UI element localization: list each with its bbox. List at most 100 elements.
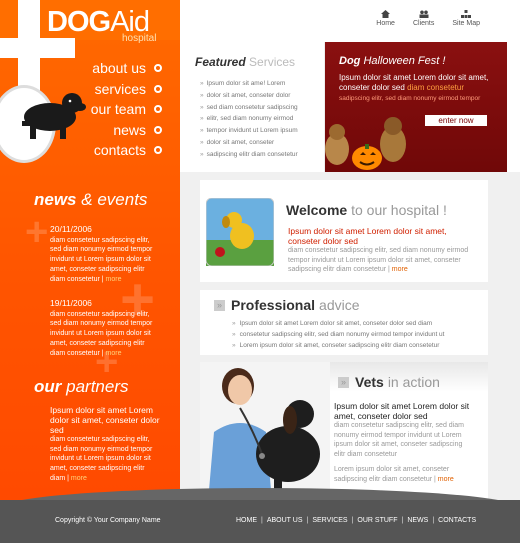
nav-label: services xyxy=(94,80,146,97)
black-dog-illustration xyxy=(22,93,86,139)
featured-list-item[interactable]: dolor sit amet, conseter xyxy=(200,137,325,149)
halloween-banner: Dog Halloween Fest ! Ipsum dolor sit ame… xyxy=(325,42,507,172)
partners-heading-bold: our xyxy=(34,377,62,396)
footer-link-home[interactable]: HOME xyxy=(236,517,257,524)
featured-title-light: Services xyxy=(249,55,296,69)
news-item: 19/11/2006 diam consetetur sadipscing el… xyxy=(50,298,160,358)
halloween-title-light: Halloween Fest ! xyxy=(363,55,446,67)
vets-body: diam consetetur sadipscing elitr, sed di… xyxy=(334,422,464,458)
featured-list-item[interactable]: elitr, sed diam nonumy eirmod xyxy=(200,113,325,125)
featured-list-item[interactable]: dolor sit amet, conseter dolor xyxy=(200,90,325,102)
arrow-icon: » xyxy=(214,299,225,311)
professional-title: » Professional advice xyxy=(214,297,360,313)
featured-list-item[interactable]: Ipsum dolor sit ame! Lorem xyxy=(200,78,325,90)
news-more-link[interactable]: more xyxy=(106,350,122,357)
partners-lead: Ipsum dolor sit amet Lorem dolor sit ame… xyxy=(50,405,160,435)
vets-title-bold: Vets xyxy=(355,374,384,390)
top-link-sitemap[interactable]: Site Map xyxy=(452,10,480,27)
footer-link-about[interactable]: ABOUT US xyxy=(267,517,303,524)
home-icon xyxy=(381,10,391,18)
featured-list-item[interactable]: tempor invidunt ut Lorem ipsum xyxy=(200,125,325,137)
partners-block: Ipsum dolor sit amet Lorem dolor sit ame… xyxy=(50,405,160,482)
nav-bullet-icon xyxy=(154,146,162,155)
nav-about-us[interactable]: about us xyxy=(91,58,162,79)
footer-link-stuff[interactable]: OUR STUFF xyxy=(357,517,397,524)
main-nav: about us services our team news contacts xyxy=(91,58,162,161)
footer-nav: HOME | ABOUT US | SERVICES | OUR STUFF | NEW… xyxy=(236,517,476,524)
footer-separator: | xyxy=(432,517,435,524)
professional-list-item[interactable]: Lorem ipsum dolor sit amet, conseter sad… xyxy=(232,340,444,351)
vets-title-light: in action xyxy=(387,374,440,390)
partners-heading-light: partners xyxy=(66,377,129,396)
top-navigation: Home Clients Site Map xyxy=(180,0,520,42)
welcome-lead: Ipsum dolor sit amet Lorem dolor sit ame… xyxy=(288,226,447,246)
professional-list-item[interactable]: Ipsum dolor sit amet Lorem dolor sit ame… xyxy=(232,318,444,329)
partners-more-link[interactable]: more xyxy=(71,475,87,482)
vets-lead: Ipsum dolor sit amet Lorem dolor sit ame… xyxy=(334,401,470,421)
footer-link-contacts[interactable]: CONTACTS xyxy=(438,517,476,524)
news-heading: news & events xyxy=(34,190,147,210)
nav-label: about us xyxy=(92,60,146,77)
professional-list-item[interactable]: consetetur sadipscing elitr, sed diam no… xyxy=(232,329,445,340)
featured-list-item[interactable]: sadipscing elitr diam consetetur xyxy=(200,149,325,161)
halloween-title: Dog Halloween Fest ! xyxy=(339,55,445,67)
nav-services[interactable]: services xyxy=(91,79,162,100)
nav-our-team[interactable]: our team xyxy=(91,99,162,120)
professional-list: Ipsum dolor sit amet Lorem dolor sit ame… xyxy=(232,318,445,351)
enter-now-button[interactable]: enter now xyxy=(425,115,487,126)
footer-separator: | xyxy=(401,517,404,524)
page: DOGAid hospital about us services our te… xyxy=(0,0,520,543)
nav-bullet-icon xyxy=(154,84,162,93)
decorative-plus-icon: + xyxy=(25,210,49,254)
top-link-label: Site Map xyxy=(452,20,480,27)
vets-text: Ipsum dolor sit amet Lorem dolor sit ame… xyxy=(334,401,474,484)
welcome-text: Ipsum dolor sit amet Lorem dolor sit ame… xyxy=(288,226,473,275)
logo-bold: DOG xyxy=(47,6,111,38)
logo-cross-horizontal xyxy=(0,38,75,58)
featured-title-bold: Featured xyxy=(195,55,246,69)
welcome-body: diam consetetur sadipscing elitr, sed di… xyxy=(288,247,469,273)
nav-contacts[interactable]: contacts xyxy=(91,140,162,161)
arrow-icon: » xyxy=(338,376,349,388)
halloween-sub: sadipscing elitr, sed diam nonumy eirmod… xyxy=(339,95,481,102)
footer-separator: | xyxy=(261,517,263,524)
left-sidebar: DOGAid hospital about us services our te… xyxy=(0,0,180,500)
vet-with-dog-image xyxy=(200,362,330,500)
vets-title: » Vets in action xyxy=(334,374,440,390)
welcome-title-light: to our hospital ! xyxy=(351,202,447,218)
news-more-link[interactable]: more xyxy=(106,276,122,283)
news-date: 20/11/2006 xyxy=(50,224,92,234)
top-link-label: Home xyxy=(376,20,395,27)
nav-bullet-icon xyxy=(154,105,162,114)
professional-title-light: advice xyxy=(319,297,360,313)
welcome-title: Welcome to our hospital ! xyxy=(286,202,447,218)
nav-bullet-icon xyxy=(154,125,162,134)
top-link-label: Clients xyxy=(412,20,435,27)
footer-link-news[interactable]: NEWS xyxy=(407,517,428,524)
vets-more-link[interactable]: more xyxy=(438,476,454,483)
partners-text: diam consetetur sadipscing elitr, sed di… xyxy=(50,436,153,482)
halloween-text: Ipsum dolor sit amet Lorem dolor sit ame… xyxy=(339,73,499,104)
footer-separator: | xyxy=(351,517,354,524)
footer-link-services[interactable]: SERVICES xyxy=(312,517,347,524)
nav-label: news xyxy=(113,121,146,138)
professional-title-bold: Professional xyxy=(231,297,316,313)
clients-icon xyxy=(419,10,429,18)
nav-label: contacts xyxy=(93,142,146,159)
footer-separator: | xyxy=(306,517,309,524)
top-link-home[interactable]: Home xyxy=(376,10,395,27)
news-text: diam consetetur sadipscing elitr, sed di… xyxy=(50,310,153,357)
nav-news[interactable]: news xyxy=(91,120,162,141)
welcome-more-link[interactable]: more xyxy=(392,266,408,273)
partners-heading: our partners xyxy=(34,377,129,397)
news-date: 19/11/2006 xyxy=(50,298,92,308)
top-links: Home Clients Site Map xyxy=(376,10,480,27)
featured-list-item[interactable]: sed diam consetetur sadipscing xyxy=(200,102,325,114)
top-link-clients[interactable]: Clients xyxy=(413,10,434,27)
news-heading-light: & events xyxy=(81,190,148,209)
dogs-pumpkin-illustration xyxy=(325,117,406,170)
featured-title: Featured Services xyxy=(195,55,295,69)
news-text: diam consetetur sadipscing elitr, sed di… xyxy=(50,236,153,283)
welcome-title-bold: Welcome xyxy=(286,202,348,218)
nav-label: our team xyxy=(90,101,146,118)
